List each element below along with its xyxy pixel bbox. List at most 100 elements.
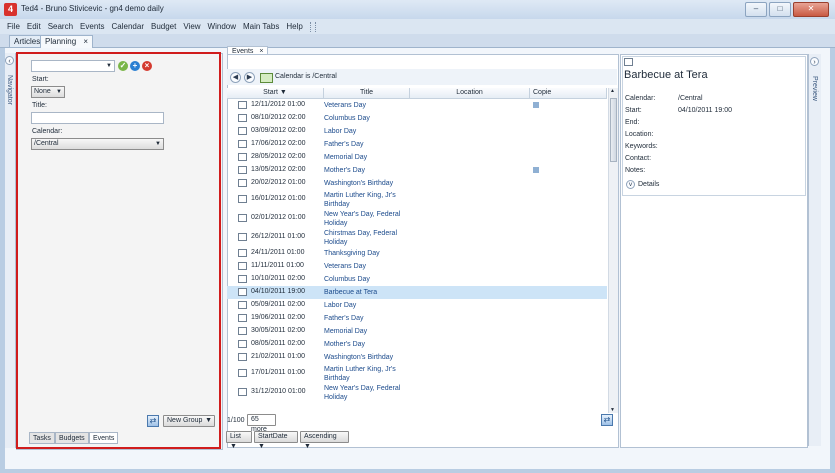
table-row[interactable]: 21/02/2011 01:00 Washington's Birthday [227, 351, 607, 364]
column-copies[interactable]: Copie [530, 88, 607, 98]
close-tab-icon[interactable]: × [83, 37, 88, 46]
menu-budget[interactable]: Budget [151, 22, 176, 31]
event-row-icon [238, 369, 247, 377]
table-row[interactable]: 19/06/2011 02:00 Father's Day [227, 312, 607, 325]
tab-budgets[interactable]: Budgets [55, 432, 89, 444]
table-row[interactable]: 16/01/2012 01:00 Martin Luther King, Jr's… [227, 190, 607, 209]
table-row[interactable]: 17/01/2011 01:00 Martin Luther King, Jr's… [227, 364, 607, 383]
row-title: Memorial Day [324, 328, 368, 335]
preview-strip[interactable]: › Preview [808, 54, 821, 446]
table-row[interactable]: 28/05/2012 02:00 Memorial Day [227, 151, 607, 164]
calendar-dropdown[interactable]: /Central ▼ [31, 138, 164, 150]
refresh-icon[interactable]: ⇄ [147, 415, 159, 427]
row-title: Veterans Day [324, 102, 367, 109]
table-row[interactable]: 24/11/2011 01:00 Thanksgiving Day [227, 247, 607, 260]
table-row[interactable]: 30/05/2011 02:00 Memorial Day [227, 325, 607, 338]
row-start: 19/06/2011 02:00 [251, 314, 305, 321]
column-title[interactable]: Title [324, 88, 410, 98]
navigator-label[interactable]: Navigator [6, 75, 13, 105]
table-row[interactable]: 04/10/2011 19:00 Barbecue at Tera [227, 286, 607, 299]
menu-main-tabs[interactable]: Main Tabs [243, 22, 279, 31]
row-start: 08/10/2012 02:00 [251, 114, 306, 121]
table-row[interactable]: 17/06/2012 02:00 Father's Day [227, 138, 607, 151]
events-scrollbar[interactable]: ▲ ▼ [608, 88, 618, 413]
back-icon[interactable]: ◀ [230, 72, 241, 83]
table-row[interactable]: 11/11/2011 01:00 Veterans Day [227, 260, 607, 273]
table-row[interactable]: 31/12/2010 01:00 New Year's Day, Federal … [227, 383, 607, 402]
table-row[interactable]: 12/11/2012 01:00 Veterans Day [227, 99, 607, 112]
scroll-down-icon[interactable]: ▼ [610, 407, 615, 413]
new-group-button[interactable]: New Group ▼ [163, 415, 215, 427]
new-group-label: New Group [167, 417, 203, 424]
scroll-thumb[interactable] [610, 98, 617, 162]
remove-icon[interactable]: × [142, 61, 152, 71]
menu-view[interactable]: View [183, 22, 200, 31]
menu-file[interactable]: File [7, 22, 20, 31]
table-row[interactable]: 08/10/2012 02:00 Columbus Day [227, 112, 607, 125]
sort-desc-icon: ▼ [279, 89, 287, 96]
row-title: Washington's Birthday [324, 354, 394, 361]
menu-help[interactable]: Help [286, 22, 302, 31]
preview-label[interactable]: Preview [811, 76, 818, 101]
row-title: Chirstmas Day, Federal Holiday [324, 230, 398, 246]
add-icon[interactable]: + [130, 61, 140, 71]
row-start: 10/10/2011 02:00 [251, 275, 305, 282]
column-start[interactable]: Start ▼ [227, 88, 324, 98]
forward-icon[interactable]: ▶ [244, 72, 255, 83]
tab-tasks[interactable]: Tasks [29, 432, 55, 444]
title-input[interactable] [31, 112, 164, 124]
expand-details-icon[interactable]: ˅ [626, 180, 635, 189]
table-row[interactable]: 02/01/2012 01:00 New Year's Day, Federal … [227, 209, 607, 228]
view-mode-dropdown[interactable]: List ▼ [226, 431, 252, 450]
expand-preview-icon[interactable]: › [810, 57, 819, 66]
scroll-up-icon[interactable]: ▲ [610, 88, 615, 94]
refresh-list-icon[interactable]: ⇄ [601, 414, 613, 426]
row-title: Barbecue at Tera [324, 289, 378, 296]
table-row[interactable]: 03/09/2012 02:00 Labor Day [227, 125, 607, 138]
sort-field-dropdown[interactable]: StartDate ▼ [254, 431, 298, 450]
chevron-down-icon: ▼ [230, 443, 237, 450]
row-title: Columbus Day [324, 115, 370, 122]
more-button[interactable]: 65 more [247, 414, 276, 433]
event-row-icon [238, 262, 247, 270]
start-dropdown[interactable]: None ▼ [31, 86, 65, 98]
events-grid: 12/11/2012 01:00 Veterans Day 08/10/2012 0… [227, 99, 607, 413]
row-start: 30/05/2011 02:00 [251, 327, 305, 334]
column-location[interactable]: Location [410, 88, 530, 98]
row-title: Mother's Day [324, 341, 366, 348]
menu-bar: File Edit Search Events Calendar Budget … [0, 19, 835, 34]
confirm-icon[interactable]: ✓ [118, 61, 128, 71]
menu-search[interactable]: Search [48, 22, 73, 31]
tab-events[interactable]: Events [89, 432, 119, 444]
table-row[interactable]: 05/09/2011 02:00 Labor Day [227, 299, 607, 312]
sort-order-dropdown[interactable]: Ascending ▼ [300, 431, 349, 450]
maximize-button[interactable]: □ [769, 2, 791, 17]
event-row-icon [238, 327, 247, 335]
collapse-navigator-icon[interactable]: ‹ [5, 56, 14, 65]
table-row[interactable]: 20/02/2012 01:00 Washington's Birthday [227, 177, 607, 190]
row-title: Memorial Day [324, 154, 368, 161]
row-title: Mother's Day [324, 167, 366, 174]
table-row[interactable]: 08/05/2011 02:00 Mother's Day [227, 338, 607, 351]
minimize-button[interactable]: – [745, 2, 767, 17]
menu-events[interactable]: Events [80, 22, 104, 31]
table-row[interactable]: 13/05/2012 02:00 Mother's Day [227, 164, 607, 177]
menu-edit[interactable]: Edit [27, 22, 41, 31]
row-title: Father's Day [324, 141, 364, 148]
event-row-icon [238, 179, 247, 187]
detail-notes-label: Notes: [625, 167, 646, 174]
table-row[interactable]: 10/10/2011 02:00 Columbus Day [227, 273, 607, 286]
menu-window[interactable]: Window [208, 22, 236, 31]
menu-calendar[interactable]: Calendar [112, 22, 144, 31]
menu-grip-handle[interactable] [309, 21, 316, 32]
event-row-icon [238, 288, 247, 296]
title-bar: 4 Ted4 - Bruno Stivicevic - gn4 demo dai… [0, 0, 835, 20]
navigator-strip[interactable]: ‹ Navigator [5, 53, 16, 448]
table-row[interactable]: 26/12/2011 01:00 Chirstmas Day, Federal H… [227, 228, 607, 247]
filter-icon [260, 73, 273, 83]
details-toggle[interactable]: Details [638, 181, 659, 188]
close-window-button[interactable]: ✕ [793, 2, 829, 17]
saved-search-dropdown[interactable]: ▼ [31, 60, 115, 72]
tab-planning[interactable]: Planning × [40, 35, 94, 48]
event-row-icon [238, 166, 247, 174]
